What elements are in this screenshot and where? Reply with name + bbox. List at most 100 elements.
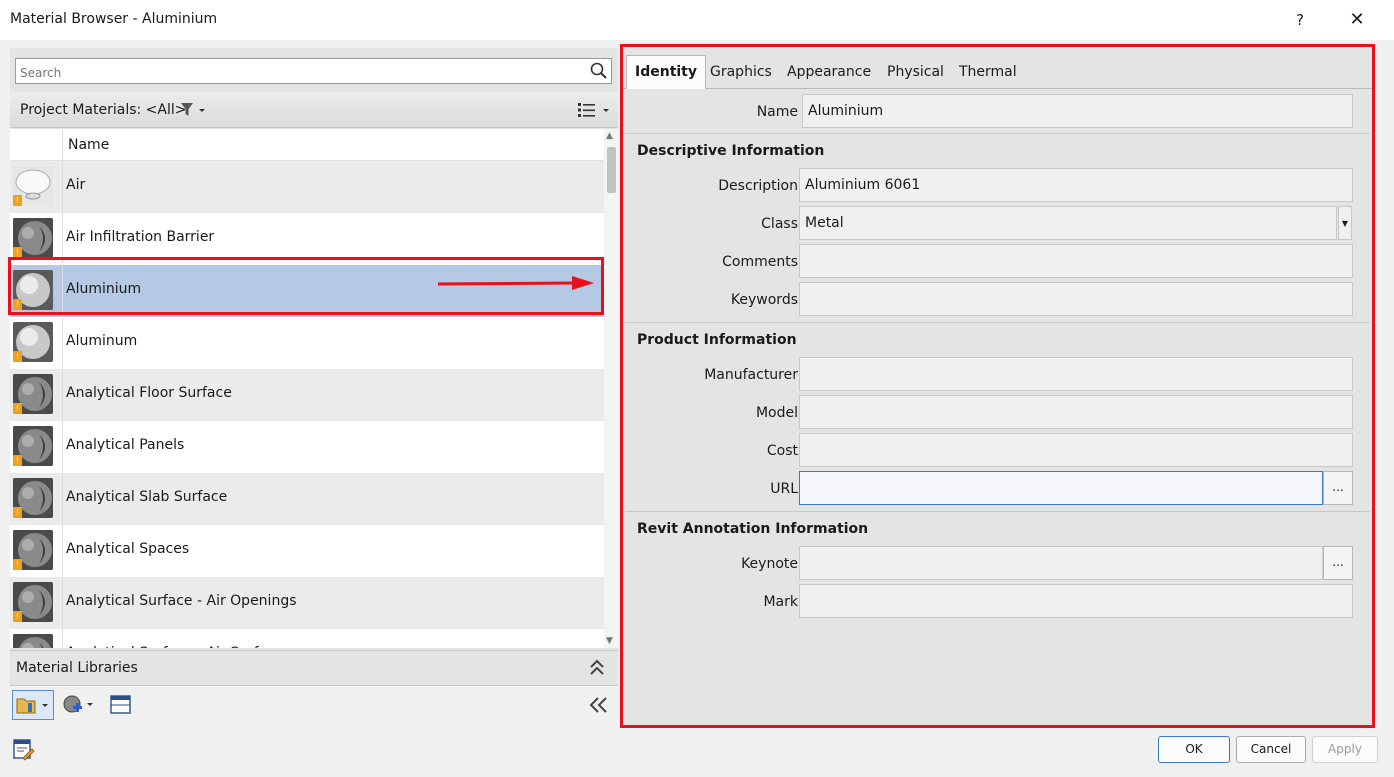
description-field[interactable]: Aluminium 6061: [799, 168, 1353, 202]
search-icon[interactable]: [589, 61, 609, 81]
material-thumbnail: !: [13, 426, 53, 466]
class-label: Class: [761, 216, 798, 232]
close-button[interactable]: ✕: [1345, 8, 1369, 32]
tab-graphics[interactable]: Graphics: [702, 56, 780, 88]
material-name: Analytical Slab Surface: [66, 489, 228, 505]
column-separator: [62, 473, 63, 525]
list-item[interactable]: ! Analytical Surface - Air Openings: [10, 577, 604, 629]
material-name: Analytical Spaces: [66, 541, 190, 557]
keynote-browse-button[interactable]: ...: [1323, 546, 1353, 580]
list-item[interactable]: ! Air: [10, 161, 604, 213]
cost-field[interactable]: [799, 433, 1353, 467]
list-item[interactable]: ! Analytical Surface - Air Surface: [10, 629, 604, 648]
material-thumbnail: !: [13, 634, 53, 648]
material-thumbnail: !: [13, 478, 53, 518]
url-label: URL: [770, 481, 798, 497]
list-item[interactable]: ! Aluminum: [10, 317, 604, 369]
list-item[interactable]: ! Analytical Slab Surface: [10, 473, 604, 525]
url-field[interactable]: [799, 471, 1323, 505]
keywords-field[interactable]: [799, 282, 1353, 316]
material-name: Analytical Surface - Air Openings: [66, 593, 297, 609]
asset-browser-button[interactable]: [108, 690, 134, 720]
material-libraries-label: Material Libraries: [16, 660, 138, 676]
material-thumbnail: !: [13, 270, 53, 310]
material-name: Air: [66, 177, 86, 193]
material-name: Analytical Panels: [66, 437, 185, 453]
section-divider: [625, 511, 1370, 512]
panel-window-icon: [110, 695, 131, 714]
manufacturer-field[interactable]: [799, 357, 1353, 391]
list-item[interactable]: ! Analytical Panels: [10, 421, 604, 473]
warning-icon: !: [13, 507, 22, 518]
list-item[interactable]: ! Analytical Spaces: [10, 525, 604, 577]
class-dropdown-button[interactable]: ▼: [1338, 206, 1352, 240]
material-editor-icon[interactable]: [12, 738, 36, 762]
title-bar: Material Browser - Aluminium ? ✕: [0, 0, 1394, 40]
material-name: Analytical Surface - Air Surface: [66, 645, 284, 648]
class-select[interactable]: Metal: [799, 206, 1337, 240]
column-separator: [62, 525, 63, 577]
properties-tab-bar: Identity Graphics Appearance Physical Th…: [623, 47, 1372, 89]
material-thumbnail: !: [13, 218, 53, 258]
comments-field[interactable]: [799, 244, 1353, 278]
scroll-thumb[interactable]: [607, 147, 616, 193]
column-separator: [62, 577, 63, 629]
warning-icon: !: [13, 403, 22, 414]
search-box[interactable]: [15, 58, 612, 84]
material-name: Aluminium: [66, 281, 142, 297]
column-separator: [62, 161, 63, 213]
list-scrollbar[interactable]: ▲ ▼: [604, 129, 618, 648]
warning-icon: !: [13, 351, 22, 362]
comments-label: Comments: [722, 254, 798, 270]
section-divider: [625, 133, 1370, 134]
list-item[interactable]: ! Air Infiltration Barrier: [10, 213, 604, 265]
project-materials-label: Project Materials: <All>: [20, 102, 187, 118]
apply-button[interactable]: Apply: [1312, 736, 1378, 763]
column-separator: [62, 629, 63, 648]
material-thumbnail: !: [13, 374, 53, 414]
column-separator: [62, 317, 63, 369]
warning-icon: !: [13, 455, 22, 466]
material-name: Analytical Floor Surface: [66, 385, 232, 401]
tab-appearance[interactable]: Appearance: [779, 56, 879, 88]
ok-button[interactable]: OK: [1158, 736, 1230, 763]
warning-icon: !: [13, 611, 22, 622]
scroll-down-arrow-icon[interactable]: ▼: [606, 636, 613, 646]
library-manage-button[interactable]: [12, 690, 54, 720]
material-name: Aluminum: [66, 333, 138, 349]
double-chevron-up-icon[interactable]: [588, 658, 606, 678]
material-libraries-bar[interactable]: Material Libraries: [10, 650, 618, 686]
scroll-up-arrow-icon[interactable]: ▲: [606, 131, 613, 141]
material-list-panel: Project Materials: <All> Name ! Air ! Air I…: [10, 48, 618, 724]
model-label: Model: [755, 405, 798, 421]
list-item[interactable]: ! Analytical Floor Surface: [10, 369, 604, 421]
library-toolbar: [10, 686, 618, 724]
url-browse-button[interactable]: ...: [1323, 471, 1353, 505]
manufacturer-label: Manufacturer: [704, 367, 798, 383]
search-input[interactable]: [20, 63, 580, 83]
material-thumbnail: !: [13, 582, 53, 622]
column-separator: [62, 265, 63, 317]
material-list: Name ! Air ! Air Infiltration Barrier! Alumi…: [10, 129, 618, 648]
warning-icon: !: [13, 195, 22, 206]
list-view-icon[interactable]: [576, 101, 612, 119]
name-column-header[interactable]: Name: [68, 137, 109, 153]
filter-icon[interactable]: [180, 101, 210, 119]
name-field[interactable]: Aluminium: [802, 94, 1353, 128]
double-chevron-left-icon[interactable]: [588, 696, 610, 714]
material-thumbnail: !: [13, 322, 53, 362]
help-button[interactable]: ?: [1288, 8, 1312, 32]
create-material-button[interactable]: [60, 690, 100, 720]
open-library-icon: [16, 698, 48, 714]
tab-identity[interactable]: Identity: [626, 55, 707, 89]
keynote-field[interactable]: [799, 546, 1323, 580]
product-information-title: Product Information: [637, 332, 797, 348]
model-field[interactable]: [799, 395, 1353, 429]
tab-thermal[interactable]: Thermal: [951, 56, 1025, 88]
tab-physical[interactable]: Physical: [879, 56, 952, 88]
cancel-button[interactable]: Cancel: [1236, 736, 1306, 763]
column-separator: [62, 369, 63, 421]
mark-field[interactable]: [799, 584, 1353, 618]
list-item[interactable]: ! Aluminium: [10, 265, 604, 317]
project-materials-bar: Project Materials: <All>: [10, 92, 618, 128]
